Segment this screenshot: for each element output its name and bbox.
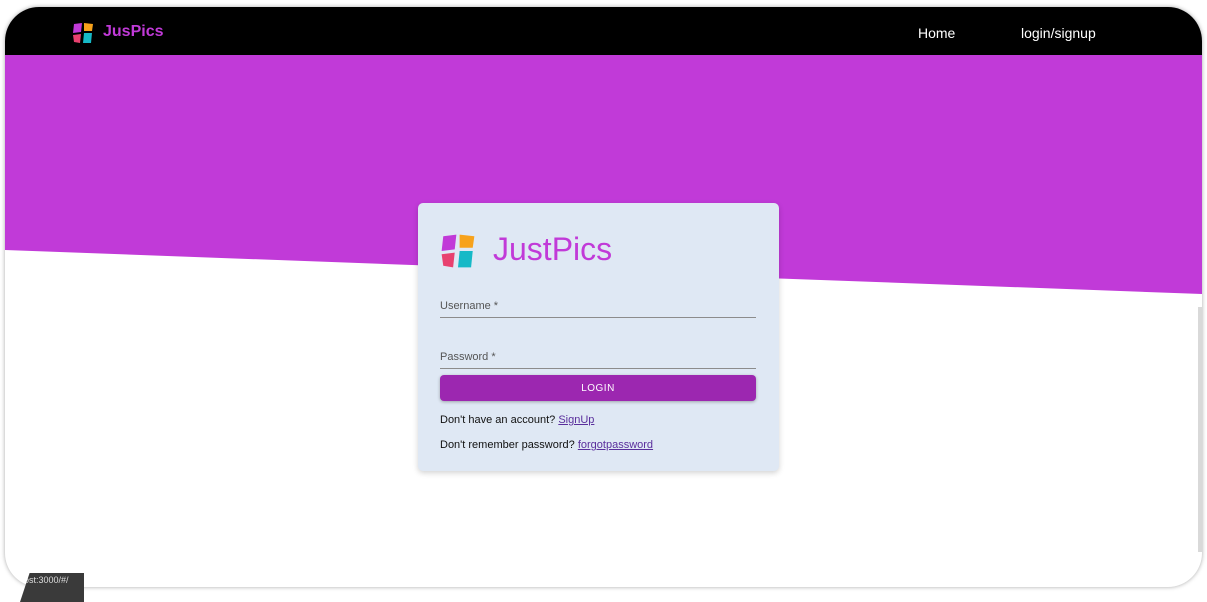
scrollbar[interactable] — [1198, 307, 1202, 552]
colorful-leaf-logo-icon — [441, 234, 475, 268]
signup-link[interactable]: SignUp — [558, 414, 594, 426]
colorful-leaf-logo-icon[interactable] — [72, 22, 94, 44]
username-field[interactable]: Username * — [440, 297, 760, 318]
nav-home-link[interactable]: Home — [918, 24, 955, 42]
nav-login-signup-link[interactable]: login/signup — [1021, 24, 1096, 42]
login-card: JustPics Username * Password * LOGIN Don… — [418, 203, 779, 471]
password-field[interactable]: Password * — [440, 348, 760, 369]
card-brand-title: JustPics — [493, 231, 613, 267]
navbar: JusPics Home login/signup — [5, 7, 1202, 55]
username-input[interactable] — [440, 297, 760, 317]
signup-line: Don't have an account? SignUp — [440, 413, 594, 427]
forgot-password-line: Don't remember password? forgotpassword — [440, 438, 653, 452]
password-input[interactable] — [440, 348, 760, 368]
status-bar-url: ost:3000/#/ — [20, 573, 84, 602]
forgot-prompt: Don't remember password? — [440, 439, 575, 451]
signup-prompt: Don't have an account? — [440, 414, 556, 426]
login-button[interactable]: LOGIN — [440, 375, 756, 401]
forgot-password-link[interactable]: forgotpassword — [578, 439, 653, 451]
nav-brand[interactable]: JusPics — [103, 22, 163, 42]
